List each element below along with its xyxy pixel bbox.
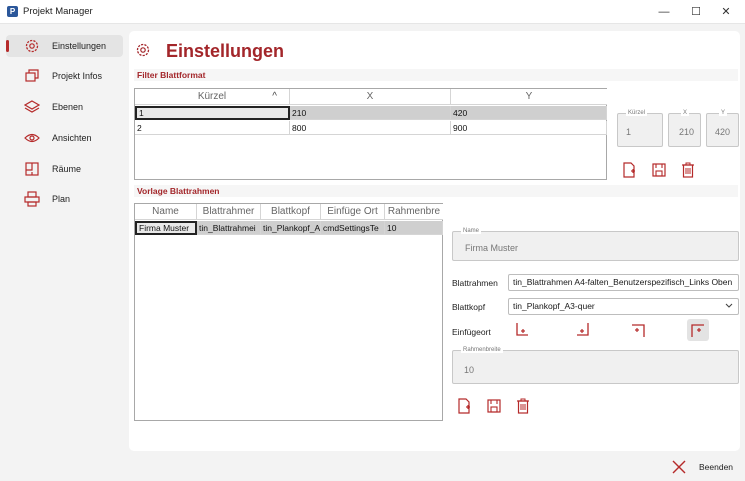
page-title: Einstellungen [166,41,285,61]
column-header-y[interactable]: Y [451,89,607,105]
table-cell[interactable]: 800 [290,121,451,135]
field-value: Firma Muster [465,243,519,253]
table-cell[interactable]: Firma Muster [135,221,197,235]
select-value: tin_Plankopf_A3-quer [513,301,595,311]
field-value: 10 [464,365,475,375]
section-title-vorlage: Vorlage Blattrahmen [137,186,220,196]
delete-icon[interactable] [680,162,696,178]
field-value: 1 [626,127,632,137]
sidebar-item-einstellungen[interactable]: Einstellungen [6,35,123,57]
beenden-button[interactable]: Beenden [663,456,743,478]
anchor-top-right-icon[interactable] [630,322,646,338]
field-legend: X [681,110,690,116]
anchor-bottom-left-icon[interactable] [514,322,530,338]
kuerzel-field[interactable]: Kürzel 1 [617,110,663,147]
close-icon [672,460,686,474]
blattrahmen-label: Blattrahmen [452,278,498,288]
field-value: 210 [679,127,695,137]
gear-icon [25,39,39,53]
column-header-blattrahmen[interactable]: Blattrahmer [197,204,261,220]
name-field[interactable]: Name Firma Muster [452,228,739,261]
y-field[interactable]: Y 420 [706,110,739,147]
filter-grid[interactable]: Kürzel ^ X Y 1 210 420 2 800 900 [134,88,607,180]
vorlage-grid[interactable]: Name Blattrahmer Blattkopf Einfüge Ort R… [134,203,443,421]
beenden-label: Beenden [699,462,734,472]
table-cell[interactable]: 2 [135,121,290,135]
column-header-blattkopf[interactable]: Blattkopf [261,204,321,220]
einfuegeort-label: Einfügeort [452,327,491,337]
section-band [134,185,738,197]
table-cell[interactable]: cmdSettingsTe [321,221,385,235]
delete-icon[interactable] [515,398,531,414]
blattkopf-label: Blattkopf [452,302,486,312]
sidebar-item-plan[interactable]: Plan [6,188,123,210]
sidebar-item-label: Einstellungen [52,41,107,51]
plan-icon [24,191,40,207]
sidebar-item-projekt-infos[interactable]: Projekt Infos [6,65,123,87]
column-header-kuerzel[interactable]: Kürzel ^ [135,89,290,105]
sidebar-item-label: Plan [52,194,71,204]
app-icon: P [7,6,18,17]
new-icon[interactable] [456,398,472,414]
new-icon[interactable] [621,162,637,178]
table-cell[interactable]: 1 [135,106,290,120]
field-legend: Rahmenbreite [461,347,503,353]
column-header-name[interactable]: Name [135,204,197,220]
field-legend: Kürzel [626,110,648,116]
save-icon[interactable] [486,398,502,414]
field-value: 420 [715,127,731,137]
sidebar-item-label: Projekt Infos [52,71,103,81]
eye-icon [24,133,40,143]
table-cell[interactable]: 900 [451,121,607,135]
column-header-x[interactable]: X [290,89,451,105]
close-button[interactable]: ✕ [713,3,739,21]
sidebar-item-label: Ansichten [52,133,92,143]
field-legend: Y [719,110,728,116]
sort-indicator: ^ [272,91,277,102]
sidebar-item-label: Ebenen [52,102,84,112]
anchor-bottom-right-icon[interactable] [575,322,591,338]
minimize-button[interactable]: — [651,3,677,21]
blattrahmen-input[interactable]: tin_Blattrahmen A4-falten_Benutzerspezif… [508,274,739,291]
title-bar [0,0,745,24]
table-cell[interactable]: tin_Blattrahmei [197,221,261,235]
field-legend: Name [461,228,482,234]
column-header-einfuegeort[interactable]: Einfüge Ort [321,204,385,220]
save-icon[interactable] [651,162,667,178]
window-title: Projekt Manager [23,6,93,17]
blattkopf-select[interactable]: tin_Plankopf_A3-quer [508,298,739,315]
x-field[interactable]: X 210 [668,110,701,147]
chevron-down-icon [725,303,733,308]
gear-icon [136,43,150,57]
section-title-filter: Filter Blattformat [137,70,206,80]
layers-icon [24,100,40,113]
column-header-rahmenbreite[interactable]: Rahmenbre [385,204,443,220]
table-cell[interactable]: 420 [451,106,607,120]
anchor-top-left-icon[interactable] [690,322,706,338]
table-cell[interactable]: 210 [290,106,451,120]
sidebar-item-raeume[interactable]: Räume [6,158,123,180]
sidebar-item-ebenen[interactable]: Ebenen [6,96,123,118]
rahmenbreite-field[interactable]: Rahmenbreite 10 [452,347,739,384]
section-band [134,69,738,81]
sidebar-item-label: Räume [52,164,82,174]
maximize-button[interactable]: ☐ [683,3,709,21]
sidebar-item-ansichten[interactable]: Ansichten [6,127,123,149]
project-info-icon [25,69,39,82]
table-cell[interactable]: tin_Plankopf_A [261,221,321,235]
table-cell[interactable]: 10 [385,221,443,235]
floorplan-icon [25,162,39,176]
